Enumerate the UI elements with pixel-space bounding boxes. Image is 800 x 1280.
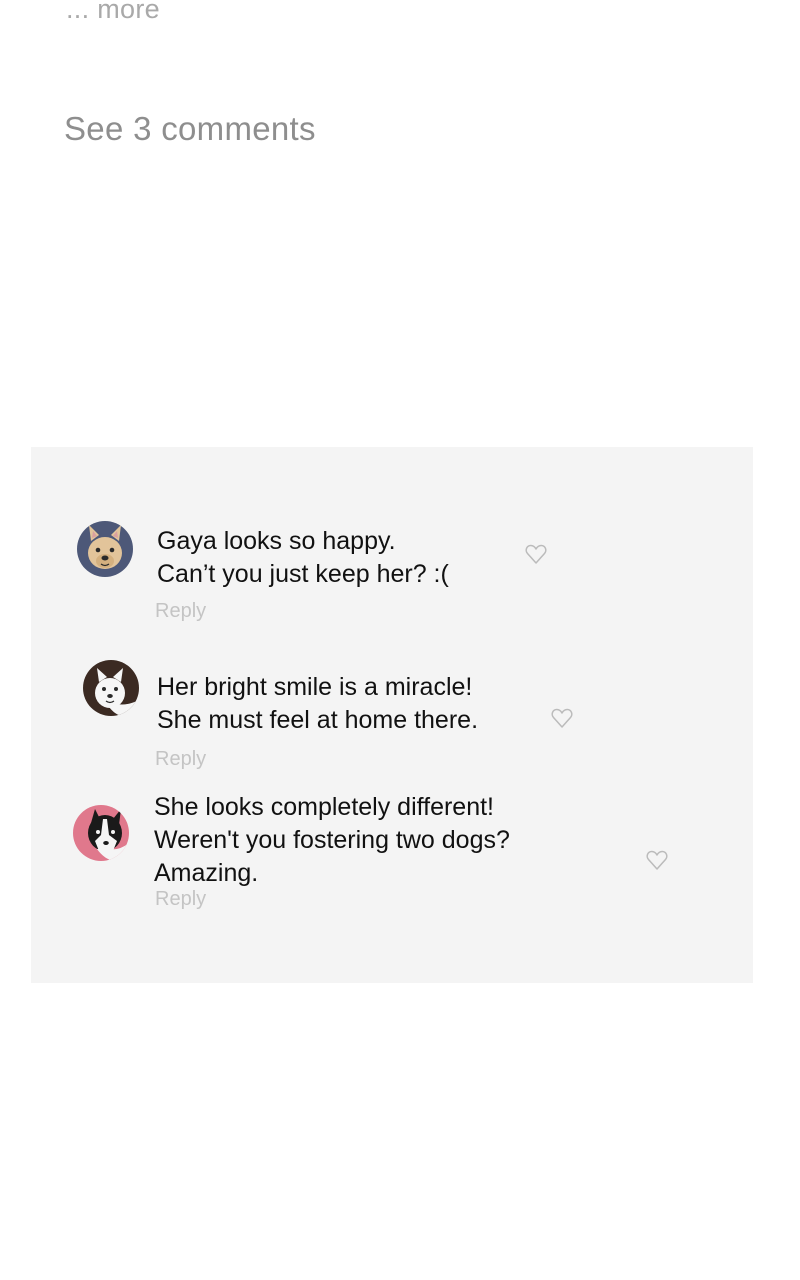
- reply-button[interactable]: Reply: [155, 600, 206, 623]
- border-collie-avatar[interactable]: [73, 805, 129, 861]
- heart-icon[interactable]: [524, 542, 548, 566]
- french-bulldog-avatar[interactable]: [77, 521, 133, 577]
- comment-text: She looks completely different! Weren't …: [154, 793, 510, 887]
- reply-button[interactable]: Reply: [155, 888, 206, 911]
- heart-icon[interactable]: [645, 848, 669, 872]
- see-comments-link[interactable]: See 3 comments: [64, 110, 316, 148]
- more-link[interactable]: ... more: [66, 0, 160, 25]
- post-page: ... more See 3 comments Gaya looks so ha…: [0, 0, 800, 1280]
- heart-icon[interactable]: [550, 706, 574, 730]
- comments-panel: Gaya looks so happy. Can’t you just keep…: [31, 447, 753, 983]
- white-dog-avatar[interactable]: [83, 660, 139, 716]
- comment-text: Gaya looks so happy. Can’t you just keep…: [157, 527, 449, 588]
- reply-button[interactable]: Reply: [155, 748, 206, 771]
- comment-text: Her bright smile is a miracle! She must …: [157, 673, 479, 734]
